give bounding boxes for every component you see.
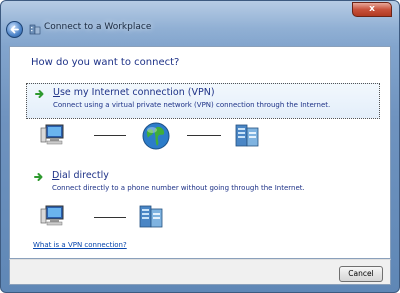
access-key: U — [53, 87, 60, 98]
computer-icon — [40, 205, 64, 226]
server-icon — [235, 124, 259, 147]
close-button[interactable]: x — [352, 2, 392, 17]
connection-line — [94, 217, 126, 218]
button-bar: Cancel — [9, 259, 391, 285]
connection-line — [187, 135, 221, 136]
option-title: Use my Internet connection (VPN) — [53, 87, 215, 98]
vpn-help-link[interactable]: What is a VPN connection? — [33, 241, 127, 249]
page-title: How do you want to connect? — [31, 57, 180, 68]
option-title-text: se my Internet connection (VPN) — [59, 87, 215, 98]
server-icon — [139, 205, 163, 228]
option-description: Connect using a virtual private network … — [53, 101, 331, 109]
option-title: Dial directly — [52, 170, 109, 181]
globe-icon — [142, 122, 170, 150]
option-description: Connect directly to a phone number witho… — [52, 184, 305, 192]
dialog-window: Connect to a Workplace x How do you want… — [0, 0, 400, 293]
window-title: Connect to a Workplace — [44, 22, 152, 32]
computer-icon — [40, 124, 64, 145]
back-button[interactable] — [6, 21, 23, 38]
option-title-text: ial directly — [59, 170, 109, 181]
cancel-button[interactable]: Cancel — [339, 266, 383, 282]
back-arrow-icon — [10, 25, 19, 34]
option-use-internet-vpn[interactable]: Use my Internet connection (VPN) Connect… — [26, 83, 380, 119]
content-panel: How do you want to connect? Use my Inter… — [9, 46, 391, 259]
green-arrow-icon — [34, 173, 43, 181]
connection-line — [94, 135, 126, 136]
option-dial-directly[interactable]: Dial directly Connect directly to a phon… — [26, 167, 380, 195]
green-arrow-icon — [35, 90, 44, 98]
network-workplace-icon — [29, 24, 41, 35]
